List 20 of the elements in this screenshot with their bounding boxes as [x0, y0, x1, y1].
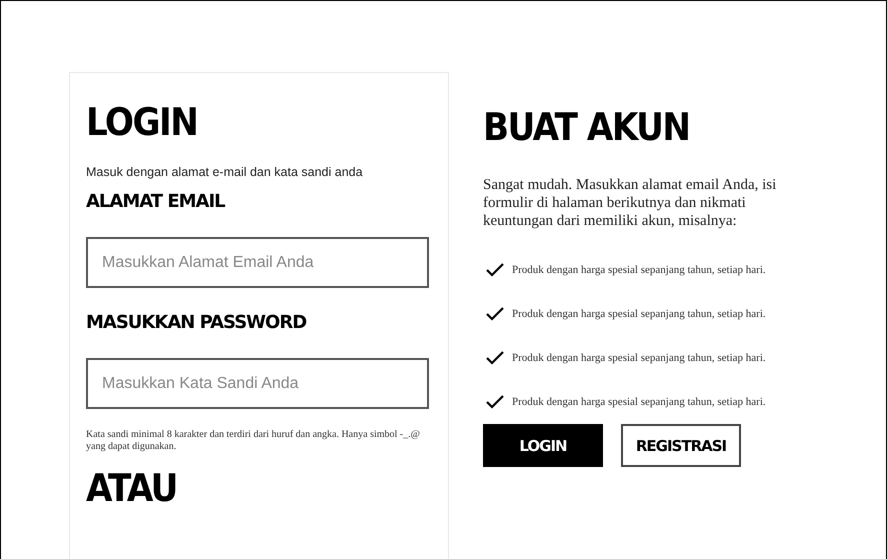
login-intro-text: Masuk dengan alamat e-mail dan kata sandi anda [86, 165, 364, 179]
checkmark-icon [486, 395, 504, 409]
checkmark-icon [486, 307, 504, 321]
password-label: MASUKKAN PASSWORD [86, 311, 308, 335]
login-button[interactable]: LOGIN [483, 424, 603, 467]
create-account-description: Sangat mudah. Masukkan alamat email Anda, isi formulir di halaman berikutnya dan nikmati keuntungan dari memiliki akun, misalnya: [483, 176, 778, 230]
register-button[interactable]: REGISTRASI [621, 424, 741, 467]
password-hint-text: Kata sandi minimal 8 karakter dan terdiri dari huruf dan angka. Hanya simbol -_.@ yang dapat digunakan. [86, 429, 421, 453]
create-account-heading: BUAT AKUN [483, 104, 691, 151]
benefit-text: Produk dengan harga spesial sepanjang tahun, setiap hari. [512, 352, 766, 364]
email-input-field[interactable]: Masukkan Alamat Email Anda [86, 237, 429, 288]
or-heading: ATAU [86, 465, 178, 512]
checkmark-icon [486, 351, 504, 365]
benefit-text: Produk dengan harga spesial sepanjang tahun, setiap hari. [512, 264, 766, 276]
benefit-text: Produk dengan harga spesial sepanjang tahun, setiap hari. [512, 308, 766, 320]
benefit-text: Produk dengan harga spesial sepanjang tahun, setiap hari. [512, 396, 766, 408]
password-input-field[interactable]: Masukkan Kata Sandi Anda [86, 358, 429, 409]
checkmark-icon [486, 263, 504, 277]
login-heading: LOGIN [86, 99, 198, 146]
email-label: ALAMAT EMAIL [86, 190, 226, 214]
